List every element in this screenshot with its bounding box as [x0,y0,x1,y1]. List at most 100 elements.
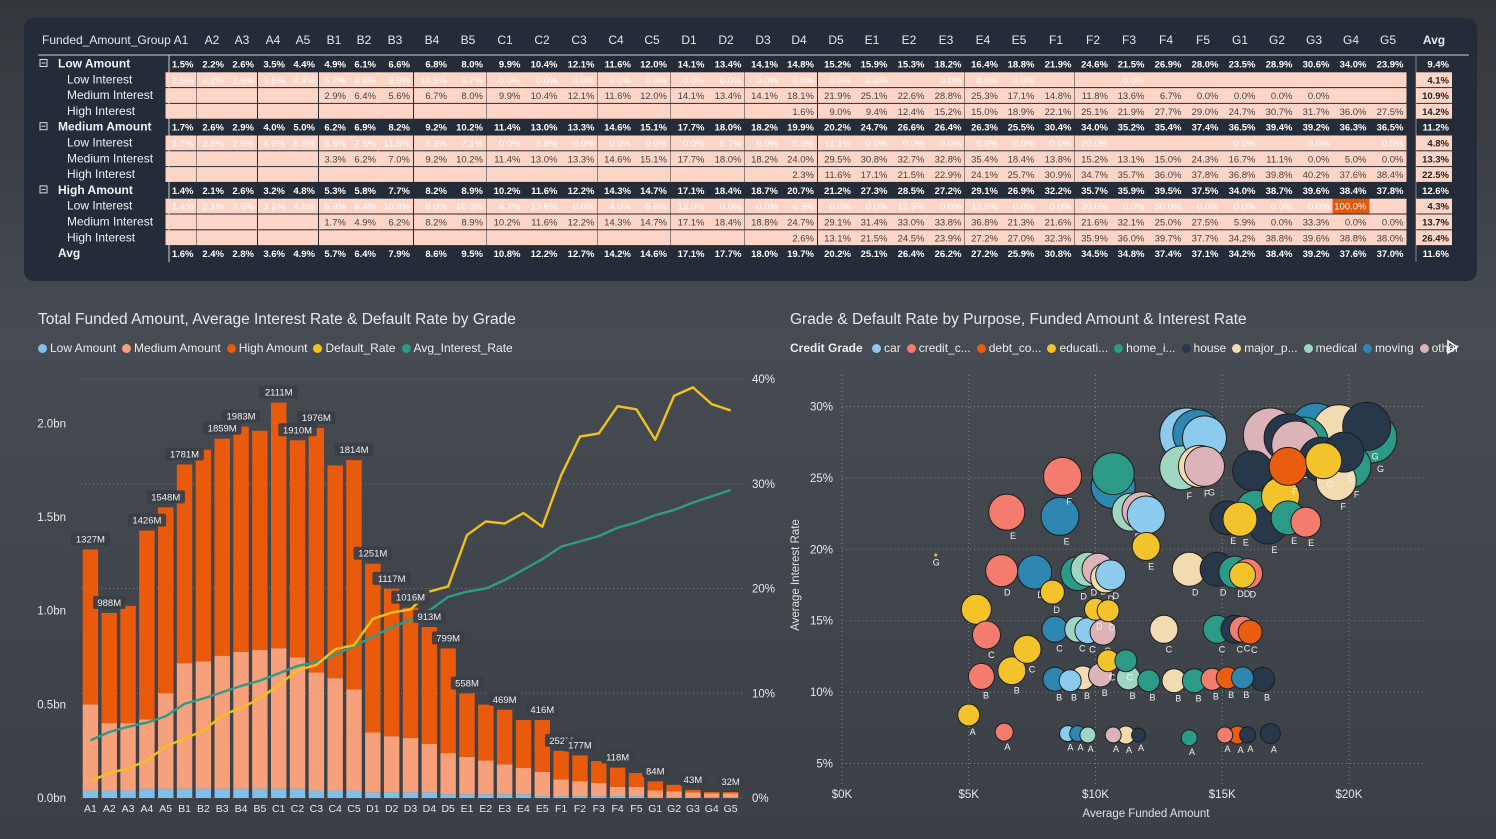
bubble [1096,599,1120,623]
y-axis-label: Average Interest Rate [790,519,802,631]
bubble-label: B [1071,693,1077,703]
bubble [994,722,1014,742]
bubble [1040,496,1080,536]
bubble-label: F [1354,489,1360,499]
bubble [1239,726,1257,744]
bubble-label: B [1228,690,1234,700]
bubble [1079,726,1097,744]
x-tick: $0K [832,789,853,801]
bubble-label: A [1189,747,1195,757]
bubble-label: D [1004,588,1011,598]
bubble [1041,615,1069,643]
x-axis-label: Average Funded Amount [1082,808,1210,820]
bubble-label: F [1292,486,1298,496]
bubble [988,493,1026,531]
bubble-label: E [1010,531,1016,541]
bubble [1091,452,1135,496]
y-tick: 20% [810,544,833,556]
bubble-label: C [1109,673,1116,683]
bubble-label: A [1126,745,1132,755]
bubble [1259,723,1281,745]
bubble [1305,442,1343,480]
bubble [960,593,992,625]
bubble-label: F [1341,502,1347,512]
bubble-label: A [970,727,976,737]
bubble-label: B [1056,692,1062,702]
bubble [1043,456,1083,496]
bubble-label: G [1326,480,1333,490]
y-tick: 10% [810,687,833,699]
bubble-label: B [1213,691,1219,701]
bubble-label: B [983,690,989,700]
bubble [1039,579,1065,605]
bubble [1104,726,1122,744]
bubble-label: D [1250,590,1257,600]
purpose-bubble-chart: $0K $5K $10K $15K $20K 5% 10% 15% 20% 25% 30% Avera… [790,375,1425,820]
bubble-label: C [1219,644,1226,654]
bubble-label: C [1237,644,1244,654]
bubble-label: E [1243,537,1249,547]
bubble-label: D [1096,621,1103,631]
bubble-label: A [1238,745,1244,755]
bubble [1095,559,1127,591]
bubble-label: B [1084,691,1090,701]
bubble-label: B [1130,691,1136,701]
bubble-label: G [1208,487,1215,497]
bubble-label: B [1264,692,1270,702]
y-tick: 30% [810,401,833,413]
bubble-label: A [1271,745,1277,755]
bubble-label: B [1014,686,1020,696]
bubble [1228,561,1256,589]
bubble-label: D [1244,589,1251,599]
bubble-label: D [1109,623,1116,633]
bubble-label: D [1053,605,1060,615]
bubble-label: C [1056,643,1063,653]
bubble [1131,727,1147,743]
bubble-label: E [1064,536,1070,546]
bubble [1180,729,1198,747]
bubble [1237,619,1263,645]
y-tick: 5% [816,759,833,771]
bubble [967,662,995,690]
bubble-label: A [1138,743,1144,753]
bubble-label: C [1244,643,1251,653]
bubble-label: D [1080,592,1087,602]
bubble-label: C [1089,645,1096,655]
bubble-label: B [1150,693,1156,703]
bubble [1290,506,1322,538]
bubble-label: C [1029,664,1036,674]
y-tick: 25% [810,473,833,485]
bubble-label: F [1187,491,1193,501]
bubble-label: A [1225,744,1231,754]
bubble-label: G [933,558,940,568]
bubble [1012,634,1042,664]
bubble-label: E [1148,561,1154,571]
bubble [1149,614,1179,644]
bubble [1137,669,1161,693]
bubble [1058,669,1082,693]
bubble-label: A [1004,742,1010,752]
bubble-label: A [1247,744,1253,754]
bubble-label: C [1251,645,1258,655]
bubble-label: B [1175,694,1181,704]
bubble [1183,445,1225,487]
bubble [985,554,1019,588]
bubble [1268,446,1308,486]
x-tick: $5K [959,789,980,801]
bubble-label: F [1066,496,1072,506]
bubble [1222,501,1258,537]
bubble-label: E [1291,536,1297,546]
bubble [971,620,1001,650]
bubble [1126,495,1166,535]
bubble-label: A [1113,744,1119,754]
bubble [1114,649,1138,673]
x-tick: $20K [1336,789,1363,801]
bubble [957,703,981,727]
bubble-label: D [1192,587,1199,597]
bubble-label: G [1347,473,1354,483]
bubble-label: E [1230,536,1236,546]
bubble-label: A [1067,743,1073,753]
bubble-label: C [988,650,995,660]
bubble-label: B [1102,688,1108,698]
bubble-label: C [1079,643,1086,653]
